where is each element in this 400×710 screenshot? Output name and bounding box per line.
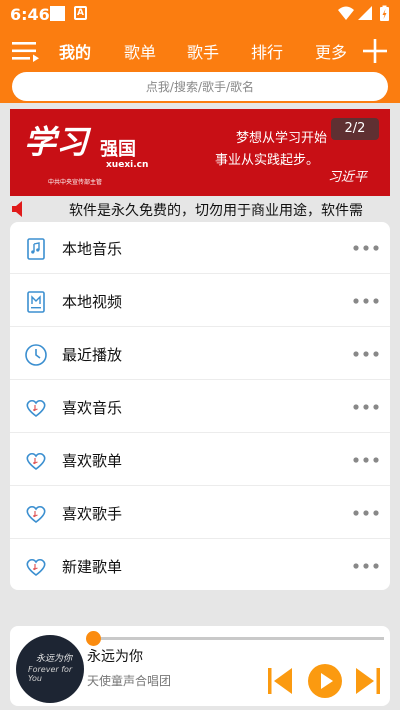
album-cover[interactable]: 永远为你 Forever for You (16, 635, 84, 703)
status-icons (338, 5, 389, 21)
list-item-label: 本地视频 (62, 293, 123, 311)
tab-singers[interactable]: 歌手 (187, 39, 219, 63)
song-artist: 天使童声合唱团 (87, 674, 172, 688)
heart-music-icon (26, 505, 46, 524)
heart-music-icon (26, 452, 46, 471)
status-bar: 6:46 A (0, 0, 400, 30)
tab-rankings[interactable]: 排行 (251, 39, 283, 63)
banner-logo: 学习 (24, 123, 89, 161)
clock-icon (25, 344, 47, 366)
list-item-label: 喜欢音乐 (62, 399, 123, 417)
list-item-label: 最近播放 (62, 346, 123, 364)
progress-knob[interactable] (86, 631, 101, 646)
video-file-icon (27, 291, 45, 313)
more-dots-icon[interactable] (352, 558, 380, 574)
more-dots-icon[interactable] (352, 452, 380, 468)
heart-music-icon (26, 558, 46, 577)
banner-counter: 2/2 (331, 118, 379, 140)
battery-icon (380, 5, 389, 21)
tab-more[interactable]: 更多 (315, 39, 347, 63)
previous-icon[interactable] (265, 666, 295, 696)
heart-music-icon (26, 399, 46, 418)
album-cover-title: 永远为你 (36, 654, 73, 664)
banner-slogan-line1: 梦想从学习开始 (236, 131, 328, 146)
speaker-icon (12, 201, 22, 217)
top-nav: 我的 歌单 歌手 排行 更多 (0, 30, 400, 70)
play-icon[interactable] (307, 663, 343, 699)
tab-playlists[interactable]: 歌单 (124, 39, 156, 63)
menu-icon[interactable] (12, 40, 40, 62)
list-item-new-playlist[interactable]: 新建歌单 (10, 540, 390, 592)
list-item-liked-singers[interactable]: 喜欢歌手 (10, 487, 390, 539)
tab-mine[interactable]: 我的 (59, 39, 91, 63)
search-input[interactable] (12, 72, 388, 101)
list-item-label: 本地音乐 (62, 240, 123, 258)
list-item-local-video[interactable]: 本地视频 (10, 275, 390, 327)
banner-slogan-line2: 事业从实践起步。 (215, 153, 320, 168)
list-item-label: 喜欢歌手 (62, 505, 123, 523)
status-time: 6:46 (10, 5, 50, 24)
signal-icon (358, 6, 372, 20)
song-title: 永远为你 (87, 649, 143, 665)
mini-player: 永远为你 Forever for You 永远为你 天使童声合唱团 (10, 626, 390, 706)
list-item-recent[interactable]: 最近播放 (10, 328, 390, 380)
add-icon[interactable] (362, 38, 388, 64)
more-dots-icon[interactable] (352, 346, 380, 362)
banner-subtitle: 中共中央宣传部主管 (48, 179, 103, 186)
list-item-liked-playlists[interactable]: 喜欢歌单 (10, 434, 390, 486)
banner-brand: 强国 (100, 139, 136, 160)
banner-signature: 习近平 (328, 170, 368, 185)
progress-bar[interactable] (92, 637, 384, 640)
list-item-local-music[interactable]: 本地音乐 (10, 222, 390, 274)
menu-list: 本地音乐 本地视频 最近播放 喜欢音乐 喜欢歌单 喜欢歌手 新建歌单 (10, 222, 390, 590)
more-dots-icon[interactable] (352, 293, 380, 309)
notification-a-icon: A (74, 6, 87, 20)
list-item-label: 喜欢歌单 (62, 452, 123, 470)
more-dots-icon[interactable] (352, 240, 380, 256)
banner-url: xuexi.cn (106, 160, 149, 170)
music-file-icon (27, 238, 45, 260)
album-cover-subtitle: Forever for You (28, 665, 73, 683)
wifi-icon (338, 6, 354, 20)
notice-text: 软件是永久免费的，切勿用于商业用途，软件需 (69, 203, 363, 219)
list-item-liked-music[interactable]: 喜欢音乐 (10, 381, 390, 433)
more-dots-icon[interactable] (352, 505, 380, 521)
next-icon[interactable] (353, 666, 383, 696)
more-dots-icon[interactable] (352, 399, 380, 415)
notification-square-icon (50, 6, 65, 21)
app-header: 6:46 A 我的 歌单 歌手 排行 更多 (0, 0, 400, 103)
list-item-label: 新建歌单 (62, 558, 123, 576)
notice-bar: 软件是永久免费的，切勿用于商业用途，软件需 (10, 198, 390, 220)
